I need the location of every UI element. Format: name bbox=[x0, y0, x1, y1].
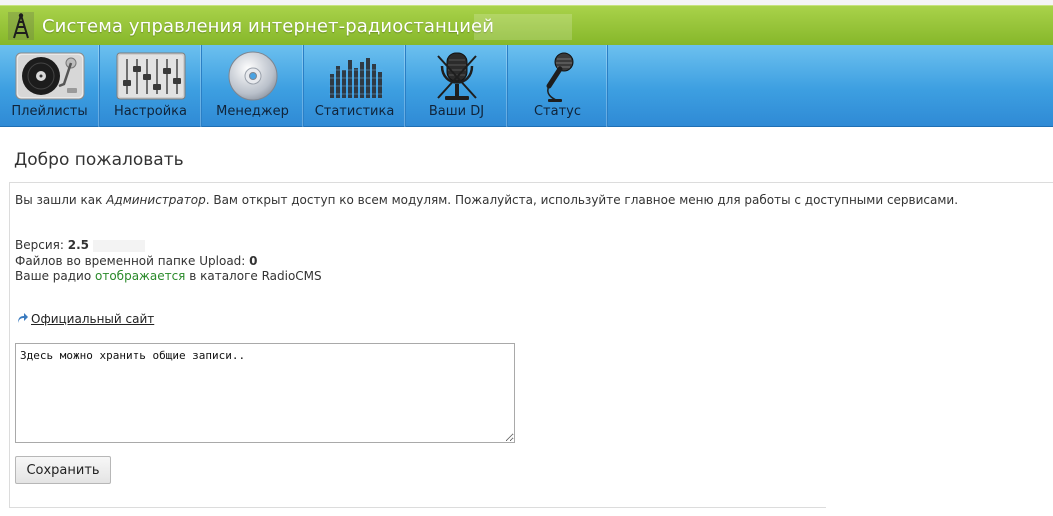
blurred-version-extra bbox=[92, 239, 145, 252]
intro-prefix: Вы зашли как bbox=[15, 193, 107, 207]
catalog-status: отображается bbox=[95, 269, 186, 283]
link-arrow-icon bbox=[18, 313, 28, 323]
intro-suffix: . Вам открыт доступ ко всем модулям. Пож… bbox=[205, 193, 959, 207]
page-title: Добро пожаловать bbox=[14, 150, 184, 170]
intro-text: Вы зашли как Администратор. Вам открыт д… bbox=[15, 193, 958, 207]
notes-textarea[interactable]: Здесь можно хранить общие записи.. bbox=[15, 343, 515, 443]
mixer-sliders-icon bbox=[116, 52, 185, 100]
turntable-icon bbox=[15, 52, 84, 100]
version-label: Версия: bbox=[15, 238, 68, 252]
main-nav: Плейлисты Настройка Менеджер Статистика … bbox=[0, 45, 1053, 127]
nav-label-playlists: Плейлисты bbox=[11, 104, 88, 119]
nav-item-manager[interactable]: Менеджер bbox=[202, 45, 304, 127]
catalog-prefix: Ваше радио bbox=[15, 269, 95, 283]
intro-role: Администратор bbox=[106, 193, 206, 207]
upload-line: Файлов во временной папке Upload: 0 bbox=[15, 254, 258, 268]
microphone-icon bbox=[546, 52, 573, 102]
upload-value: 0 bbox=[249, 254, 258, 268]
upload-label: Файлов во временной папке Upload: bbox=[15, 254, 250, 268]
nav-item-your-dj[interactable]: Ваши DJ bbox=[406, 45, 508, 127]
nav-item-status[interactable]: Статус bbox=[508, 45, 608, 127]
app-header: Система управления интернет-радиостанцие… bbox=[0, 5, 1053, 45]
studio-mic-icon bbox=[436, 52, 477, 100]
app-title: Система управления интернет-радиостанцие… bbox=[42, 16, 495, 37]
equalizer-bars-icon bbox=[328, 58, 383, 98]
nav-item-settings[interactable]: Настройка bbox=[100, 45, 202, 127]
cd-disc-icon bbox=[228, 51, 277, 101]
version-line: Версия: 2.5 bbox=[15, 238, 145, 252]
nav-item-statistics[interactable]: Статистика bbox=[304, 45, 406, 127]
nav-item-playlists[interactable]: Плейлисты bbox=[0, 45, 100, 127]
nav-label-statistics: Статистика bbox=[314, 104, 395, 119]
official-site-link[interactable]: Официальный сайт bbox=[31, 312, 154, 326]
blurred-station-name bbox=[474, 14, 572, 40]
nav-label-settings: Настройка bbox=[114, 104, 187, 119]
radio-tower-logo-icon bbox=[8, 12, 34, 40]
save-button[interactable]: Сохранить bbox=[15, 456, 111, 484]
panel-divider bbox=[9, 507, 826, 508]
nav-label-your-dj: Ваши DJ bbox=[428, 104, 485, 119]
nav-label-status: Статус bbox=[533, 104, 582, 119]
nav-label-manager: Менеджер bbox=[216, 104, 289, 119]
version-value: 2.5 bbox=[67, 238, 89, 252]
catalog-suffix: в каталоге RadioCMS bbox=[185, 269, 322, 283]
official-site: Официальный сайт bbox=[16, 312, 154, 326]
catalog-line: Ваше радио отображается в каталоге Radio… bbox=[15, 269, 322, 283]
